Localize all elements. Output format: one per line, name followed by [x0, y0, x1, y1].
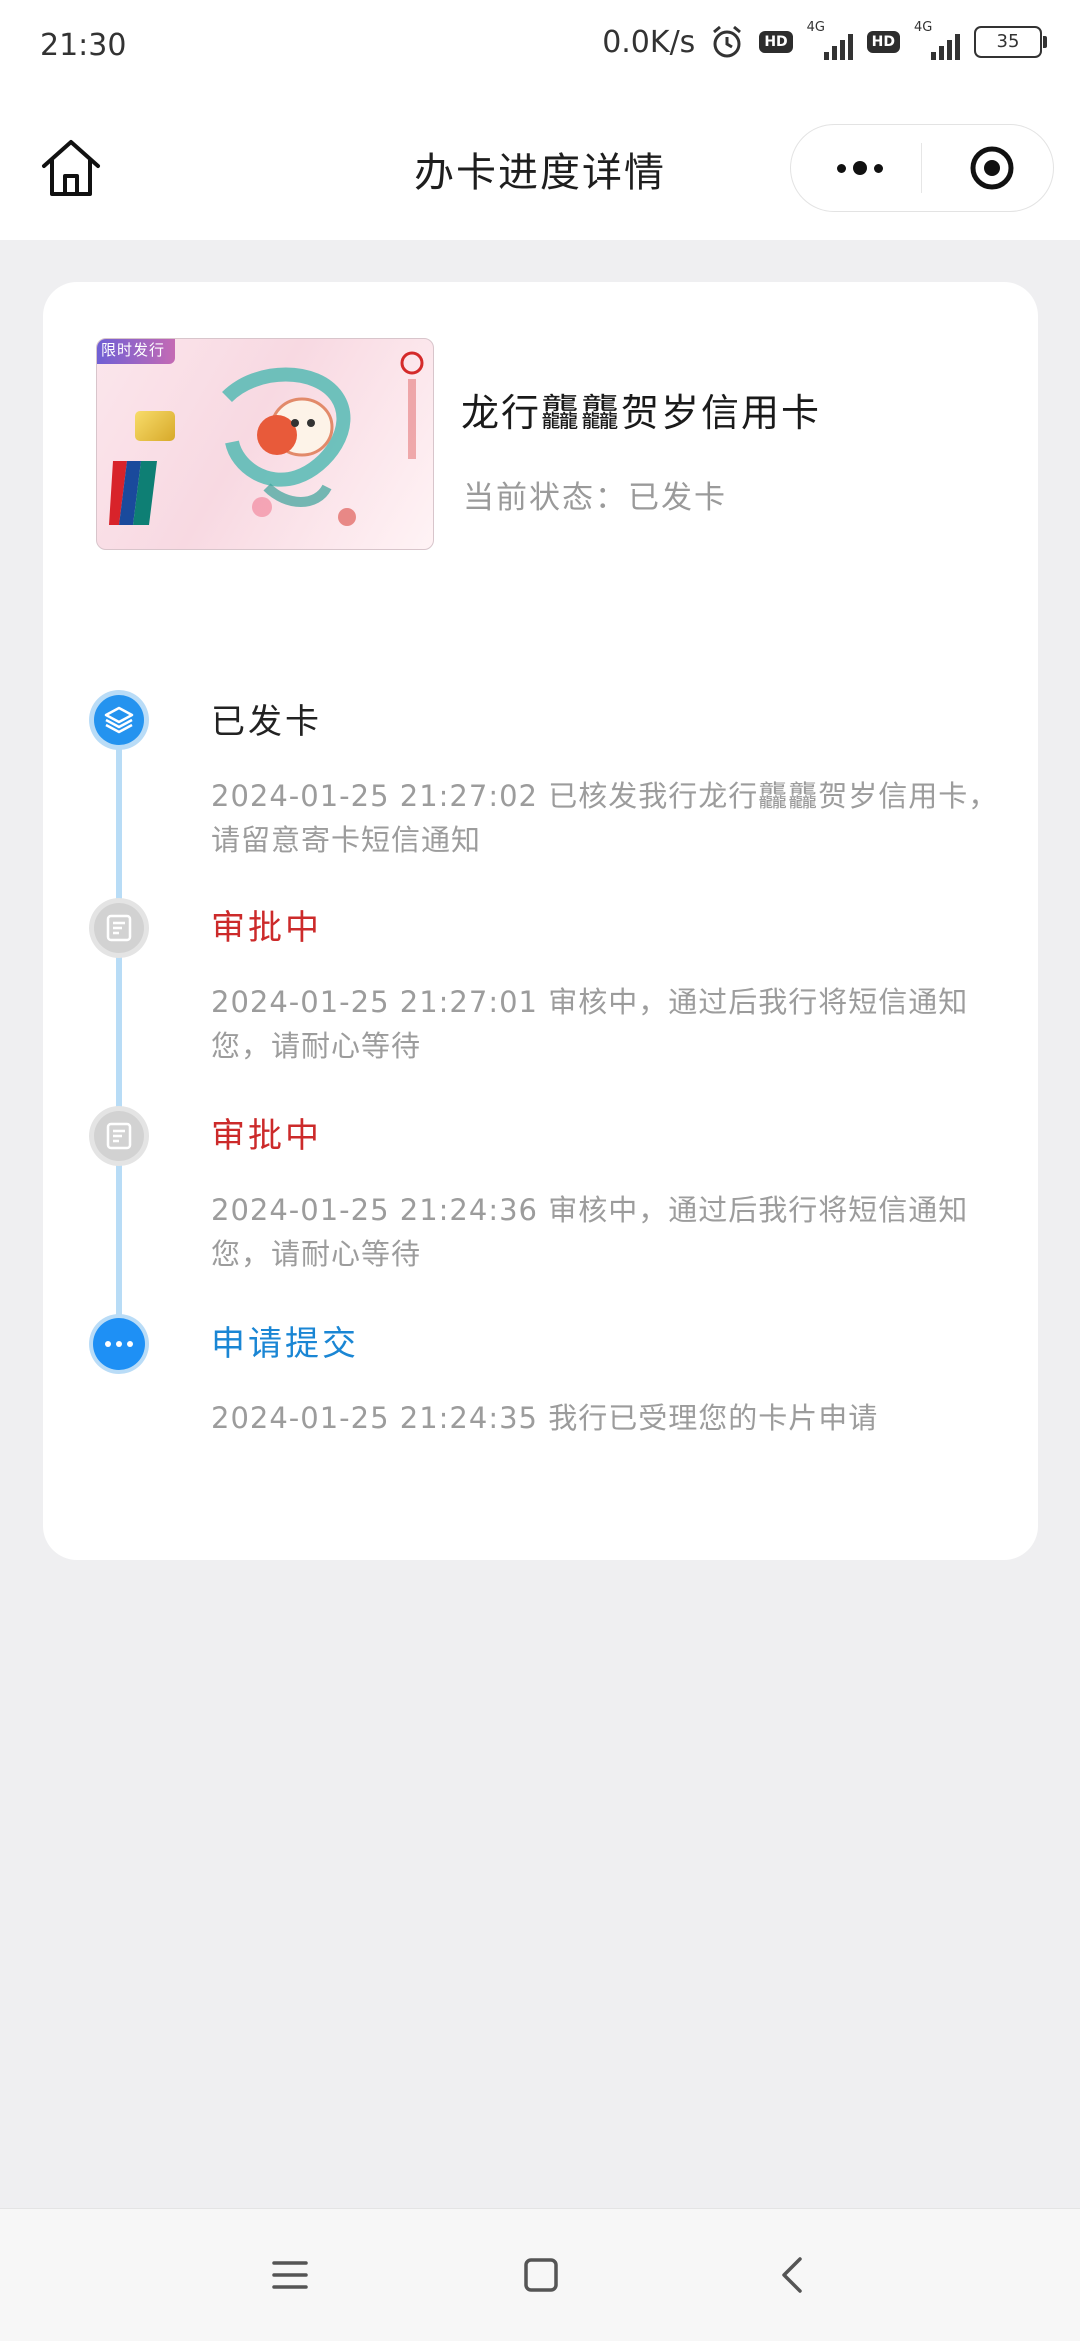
capsule-divider [921, 143, 922, 193]
timeline-dot [89, 898, 149, 958]
back-icon[interactable] [774, 2255, 814, 2295]
dragon-illustration [222, 367, 356, 526]
close-miniprogram-icon[interactable] [969, 145, 1015, 191]
timeline-title: 审批中 [211, 908, 322, 948]
timeline-dot [89, 1314, 149, 1374]
timeline-line [116, 718, 122, 1338]
card-tag: 限时发行 [97, 339, 176, 364]
system-nav-bar [0, 2208, 1080, 2341]
timeline-title: 已发卡 [211, 702, 322, 742]
card-product-name: 龙行龘龘贺岁信用卡 [461, 391, 822, 435]
timeline-dot [89, 1106, 149, 1166]
timeline-title: 审批中 [211, 1116, 322, 1156]
signal-icon-2: 4G [914, 20, 960, 60]
home-square-icon[interactable] [521, 2255, 561, 2295]
timeline-desc: 2024-01-25 21:24:36 审核中，通过后我行将短信通知您，请耐心等… [211, 1193, 969, 1271]
timeline-desc: 2024-01-25 21:24:35 我行已受理您的卡片申请 [211, 1401, 879, 1435]
network-label-2: 4G [914, 20, 933, 35]
status-time: 21:30 [40, 28, 127, 63]
more-button[interactable] [825, 125, 895, 211]
battery-level: 35 [996, 31, 1020, 52]
signal-icon: 4G [807, 20, 853, 60]
menu-icon[interactable] [270, 2255, 310, 2295]
battery-icon: 35 [974, 26, 1047, 58]
hd-badge: HD [759, 31, 793, 53]
nav-bar: 办卡进度详情 [0, 96, 1080, 240]
status-icons: 0.0K/s HD 4G HD 4G 35 [602, 20, 1047, 60]
bank-logo [400, 351, 424, 459]
layers-icon [104, 706, 134, 734]
timeline-title: 申请提交 [211, 1324, 359, 1364]
more-dots-icon [93, 1318, 145, 1370]
review-doc-icon [106, 914, 132, 942]
hd-badge-2: HD [866, 31, 900, 53]
alarm-icon [713, 25, 742, 58]
miniprogram-capsule [790, 124, 1054, 212]
progress-card: 限时发行 龙行龘龘贺岁信用卡 当前状态：已发卡 已发卡 2024-01-25 2… [43, 282, 1038, 1560]
net-speed: 0.0K/s [602, 24, 696, 60]
review-doc-icon [106, 1122, 132, 1150]
timeline-dot [89, 690, 149, 750]
timeline-desc: 2024-01-25 21:27:01 审核中，通过后我行将短信通知您，请耐心等… [211, 985, 969, 1063]
card-chip [135, 411, 175, 441]
unionpay-logo [109, 461, 157, 525]
timeline-desc: 2024-01-25 21:27:02 已核发我行龙行龘龘贺岁信用卡，请留意寄卡… [211, 779, 999, 857]
credit-card-image: 限时发行 [96, 338, 434, 550]
network-label: 4G [806, 20, 826, 35]
status-bar: 21:30 0.0K/s HD 4G HD 4G 35 [0, 0, 1080, 96]
card-current-status: 当前状态：已发卡 [463, 480, 727, 516]
